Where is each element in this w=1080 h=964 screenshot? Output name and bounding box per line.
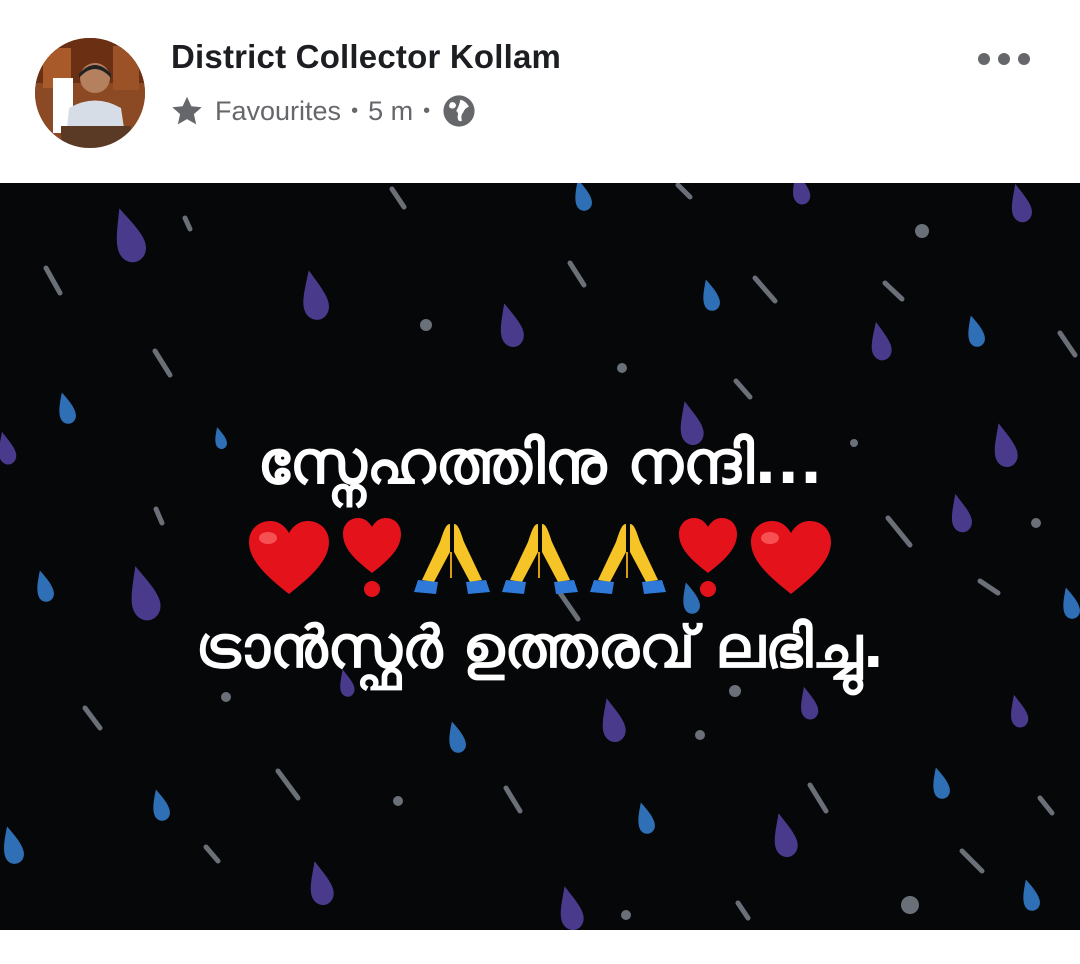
emoji-row: [0, 513, 1080, 603]
folded-hands-icon: [590, 524, 666, 594]
separator-dot: •: [423, 99, 431, 122]
folded-hands-icon: [414, 524, 490, 594]
star-icon: [172, 96, 202, 125]
post-meta: Favourites • 5 m •: [169, 92, 476, 130]
separator-dot: •: [351, 99, 359, 122]
caption-line-3: ട്രാൻസ്ഫർ ഉത്തരവ് ലഭിച്ചു.: [195, 613, 885, 681]
heart-exclamation-icon: [343, 518, 401, 597]
red-heart-icon: [249, 521, 329, 594]
bottom-strip: [0, 930, 1080, 964]
post-header: District Collector Kollam Favourites • 5…: [0, 0, 1080, 183]
more-options-icon[interactable]: [978, 48, 1030, 70]
author-name[interactable]: District Collector Kollam: [171, 38, 561, 76]
globe-icon[interactable]: [442, 94, 476, 128]
folded-hands-icon: [502, 524, 578, 594]
red-heart-icon: [751, 521, 831, 594]
heart-exclamation-icon: [679, 518, 737, 597]
audience-label[interactable]: Favourites: [215, 96, 341, 127]
post-image[interactable]: സ്നേഹത്തിനു നന്ദി... ട്രാൻസ്ഫർ ഉത്തരവ് ല…: [0, 183, 1080, 930]
caption-line-1: സ്നേഹത്തിനു നന്ദി...: [257, 428, 823, 498]
post-timestamp[interactable]: 5 m: [368, 96, 413, 127]
author-avatar[interactable]: [35, 38, 145, 148]
